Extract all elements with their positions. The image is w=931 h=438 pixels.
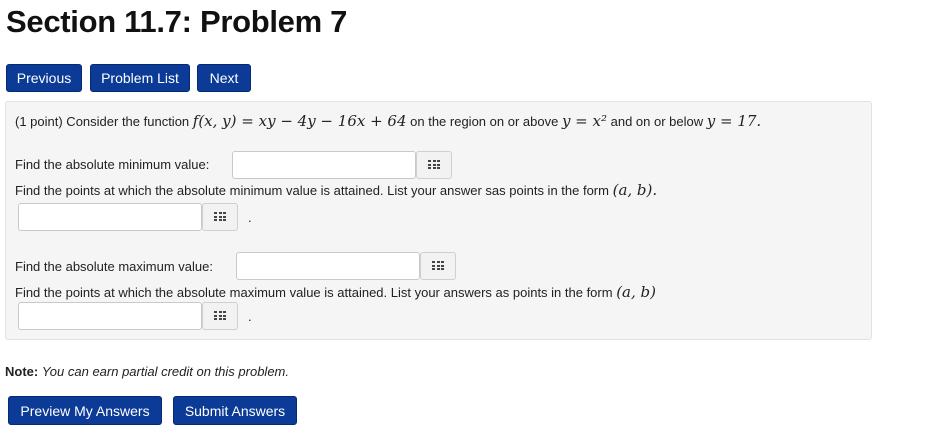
- region-text-1: on the region on or above: [410, 114, 559, 129]
- region-upper-bound: y = 17.: [706, 112, 762, 130]
- min-points-prompt: Find the points at which the absolute mi…: [15, 181, 657, 199]
- trailing-period: .: [248, 309, 252, 324]
- problem-intro: (1 point) Consider the function: [15, 114, 190, 129]
- max-points-label: Find the points at which the absolute ma…: [15, 285, 613, 300]
- submit-answers-button[interactable]: Submit Answers: [173, 396, 297, 425]
- max-value-input[interactable]: [236, 252, 420, 280]
- preview-answers-button[interactable]: Preview My Answers: [8, 396, 162, 425]
- min-value-label: Find the absolute minimum value:: [15, 157, 210, 172]
- region-lower-bound: y = x²: [561, 112, 607, 130]
- note-text: You can earn partial credit on this prob…: [41, 364, 289, 379]
- min-points-form: (a, b).: [612, 181, 658, 199]
- matrix-grid-icon: [432, 261, 444, 271]
- page-title: Section 11.7: Problem 7: [6, 4, 348, 39]
- note-label: Note:: [5, 364, 39, 379]
- min-points-matrix-button[interactable]: [202, 203, 238, 231]
- matrix-grid-icon: [428, 160, 440, 170]
- max-points-matrix-button[interactable]: [202, 302, 238, 330]
- previous-button[interactable]: Previous: [6, 64, 82, 92]
- min-points-label: Find the points at which the absolute mi…: [15, 183, 609, 198]
- max-value-label: Find the absolute maximum value:: [15, 259, 213, 274]
- min-value-matrix-button[interactable]: [416, 151, 452, 179]
- max-points-prompt: Find the points at which the absolute ma…: [15, 283, 656, 301]
- problem-list-button[interactable]: Problem List: [90, 64, 190, 92]
- max-points-input[interactable]: [18, 302, 202, 330]
- next-button[interactable]: Next: [197, 64, 251, 92]
- region-text-2: and on or below: [610, 114, 704, 129]
- min-points-input[interactable]: [18, 203, 202, 231]
- trailing-period: .: [248, 210, 252, 225]
- min-value-input[interactable]: [232, 151, 416, 179]
- problem-statement: (1 point) Consider the function f(x, y) …: [15, 112, 761, 130]
- matrix-grid-icon: [214, 311, 226, 321]
- partial-credit-note: Note: You can earn partial credit on thi…: [5, 364, 289, 379]
- matrix-grid-icon: [214, 212, 226, 222]
- function-expression: f(x, y) = xy − 4y − 16x + 64: [192, 112, 407, 130]
- max-value-matrix-button[interactable]: [420, 252, 456, 280]
- problem-panel: (1 point) Consider the function f(x, y) …: [5, 101, 872, 340]
- max-points-form: (a, b): [616, 283, 656, 301]
